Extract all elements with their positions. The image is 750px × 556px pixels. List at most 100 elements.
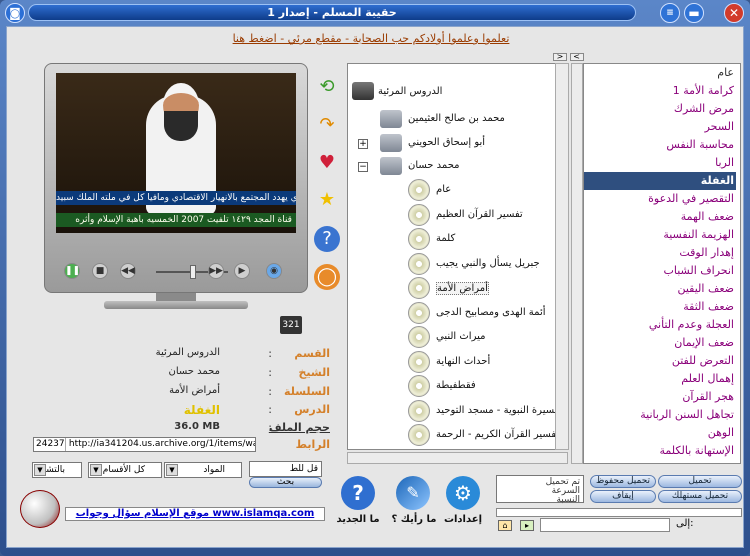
opinion-icon[interactable]: ✎ [396, 476, 430, 510]
list-item[interactable]: ضعف الثقة [584, 298, 736, 316]
list-item[interactable]: الهزيمة النفسية [584, 226, 736, 244]
tree-sheikh-2[interactable]: أبو إسحاق الحويني [408, 137, 485, 148]
clapper-icon[interactable]: 321 [280, 316, 302, 334]
search-input[interactable]: قل للط [249, 461, 322, 477]
list-item[interactable]: مرض الشرك [584, 100, 736, 118]
tree-series[interactable]: فقطفيطة [436, 380, 476, 391]
tree-series[interactable]: أحداث النهاية [436, 356, 490, 367]
list-item[interactable]: الربا [584, 154, 736, 172]
video-player: بل إن الأمة الخطيرة لذي يهدد المجتمع بال… [44, 63, 308, 309]
download-status: تم تحميل السرعة النسبة [496, 475, 584, 505]
tree-series[interactable]: تفسير القرآن الكريم - الرحمة [436, 429, 559, 440]
list-item[interactable]: ضعف الإيمان [584, 334, 736, 352]
tree-series[interactable]: ميراث النبي [436, 331, 485, 342]
stop-button[interactable]: إيقاف [590, 490, 656, 503]
settings-gear-icon[interactable]: ⚙ [446, 476, 480, 510]
tree-sheikh-1[interactable]: محمد بن صالح العثيمين [408, 113, 505, 124]
favorite-add-icon[interactable]: ♥ [314, 150, 340, 176]
disc-icon [408, 179, 430, 201]
path-field[interactable] [540, 518, 670, 532]
tree-series[interactable]: جبريل يسأل والنبي يجيب [436, 258, 540, 269]
folder-open-icon[interactable]: ▸ [520, 520, 534, 531]
lesson-list[interactable]: عام كرامة الأمة 1 مرض الشرك السحر محاسبة… [583, 63, 741, 464]
refresh-icon[interactable]: ⟲ [314, 74, 340, 100]
stop-icon[interactable]: ■ [92, 263, 108, 279]
tree-series[interactable]: أئمة الهدى ومصابيح الدجى [436, 307, 546, 318]
redo-icon[interactable]: ↷ [314, 112, 340, 138]
banner-link[interactable]: تعلموا وعلموا أولادكم حب الصحابة - مقطع … [226, 32, 516, 45]
video-screen[interactable]: بل إن الأمة الخطيرة لذي يهدد المجتمع بال… [56, 73, 296, 233]
tree-scrollbar[interactable] [555, 63, 569, 450]
list-item[interactable]: عام [584, 64, 736, 82]
disc-icon [408, 351, 430, 373]
series-label: السلسلة [284, 385, 330, 398]
list-item[interactable]: محاسبة النفس [584, 136, 736, 154]
download-saved-button[interactable]: تحميل محفوظ [590, 475, 656, 488]
play-icon[interactable]: ❚❚ [64, 263, 80, 279]
list-item[interactable]: العجلة وعدم التأني [584, 316, 736, 334]
list-item[interactable]: التعرض للفتن [584, 352, 736, 370]
app-icon[interactable]: ◙ [5, 3, 25, 23]
tree-series[interactable]: عام [436, 184, 451, 195]
sheikh-value: محمد حسان [168, 366, 220, 377]
settings-label[interactable]: إعدادات [433, 514, 493, 525]
help-icon[interactable]: ? [314, 226, 340, 252]
section-select[interactable]: ▼ كل الأقسام [88, 462, 162, 478]
close-icon[interactable]: ✕ [724, 3, 744, 23]
list-scrollbar[interactable] [571, 63, 583, 464]
collapse-icon[interactable]: − [358, 162, 368, 172]
search-button[interactable]: بحث [249, 477, 322, 488]
tree-root[interactable]: الدروس المرئية [378, 86, 442, 97]
list-item-selected[interactable]: الغفلة [584, 172, 736, 190]
list-item[interactable]: ضعف اليقين [584, 280, 736, 298]
url-field[interactable]: 24237 http://ia341204.us.archive.org/1/i… [33, 437, 256, 452]
list-item[interactable]: السحر [584, 118, 736, 136]
list-nav-arrows[interactable]: > < [553, 52, 593, 62]
list-item[interactable]: كرامة الأمة 1 [584, 82, 736, 100]
list-item[interactable]: تجاهل السنن الربانية [584, 406, 736, 424]
minimize-icon[interactable]: ▬ [684, 3, 704, 23]
list-item[interactable]: انحراف الشباب [584, 262, 736, 280]
info-lesson: الغفلة : الدرس [183, 403, 330, 417]
menu-icon[interactable]: ≡ [660, 3, 680, 23]
list-item[interactable]: إهدار الوقت [584, 244, 736, 262]
category-tree[interactable]: الدروس المرئية محمد بن صالح العثيمين + أ… [347, 63, 568, 450]
chevron-down-icon: ▼ [90, 464, 102, 476]
download-consumed-button[interactable]: تحميل مستهلك [658, 490, 742, 503]
tree-series[interactable]: تفسير القرآن العظيم [436, 209, 523, 220]
rewind-icon[interactable]: ◀◀ [120, 263, 136, 279]
sheikh-label: الشيخ [298, 366, 330, 379]
download-button[interactable]: تحميل [658, 475, 742, 488]
disc-icon [408, 424, 430, 446]
next-icon[interactable]: ▶ [234, 263, 250, 279]
site-link[interactable]: موقع الإسلام سؤال وجواب www.islamqa.com [65, 507, 325, 521]
list-item[interactable]: ضعف الهمة [584, 208, 736, 226]
size-value: 36.0 MB [174, 421, 220, 432]
tree-hscrollbar[interactable] [347, 452, 568, 464]
similarity-select[interactable]: ▼ بالتشابه [32, 462, 82, 478]
window-title: حقيبة المسلم - إصدار 1 [28, 4, 636, 21]
app-window: ◙ حقيبة المسلم - إصدار 1 ≡ ▬ ✕ تعلموا وع… [0, 0, 750, 556]
list-item[interactable]: التقصير في الدعوة [584, 190, 736, 208]
expand-icon[interactable]: + [358, 139, 368, 149]
materials-select[interactable]: ▼ المواد [164, 462, 242, 478]
whats-new-icon[interactable]: ? [341, 476, 375, 510]
tree-series[interactable]: السيرة النبوية - مسجد التوحيد [436, 405, 560, 416]
whats-new-label[interactable]: ما الجديد [328, 514, 388, 525]
list-item[interactable]: الوهن [584, 424, 736, 442]
ring-icon[interactable]: ◯ [314, 264, 340, 290]
disc-icon [408, 302, 430, 324]
tree-sheikh-3[interactable]: محمد حسان [408, 160, 460, 171]
speaker-beard [164, 111, 198, 141]
seek-knob[interactable] [190, 265, 196, 279]
list-item[interactable]: الإستهانة بالكلمة [584, 442, 736, 460]
tree-series-selected[interactable]: أمراض الأمة [436, 282, 489, 295]
tree-series[interactable]: كلمة [436, 233, 455, 244]
home-icon[interactable]: ⌂ [498, 520, 512, 531]
star-icon[interactable]: ★ [314, 187, 340, 213]
list-item[interactable]: هجر القرآن [584, 388, 736, 406]
list-item[interactable]: إهمال العلم [584, 370, 736, 388]
forward-icon[interactable]: ▶▶ [208, 263, 224, 279]
lesson-value: الغفلة [183, 403, 220, 417]
volume-icon[interactable]: ◉ [266, 263, 282, 279]
